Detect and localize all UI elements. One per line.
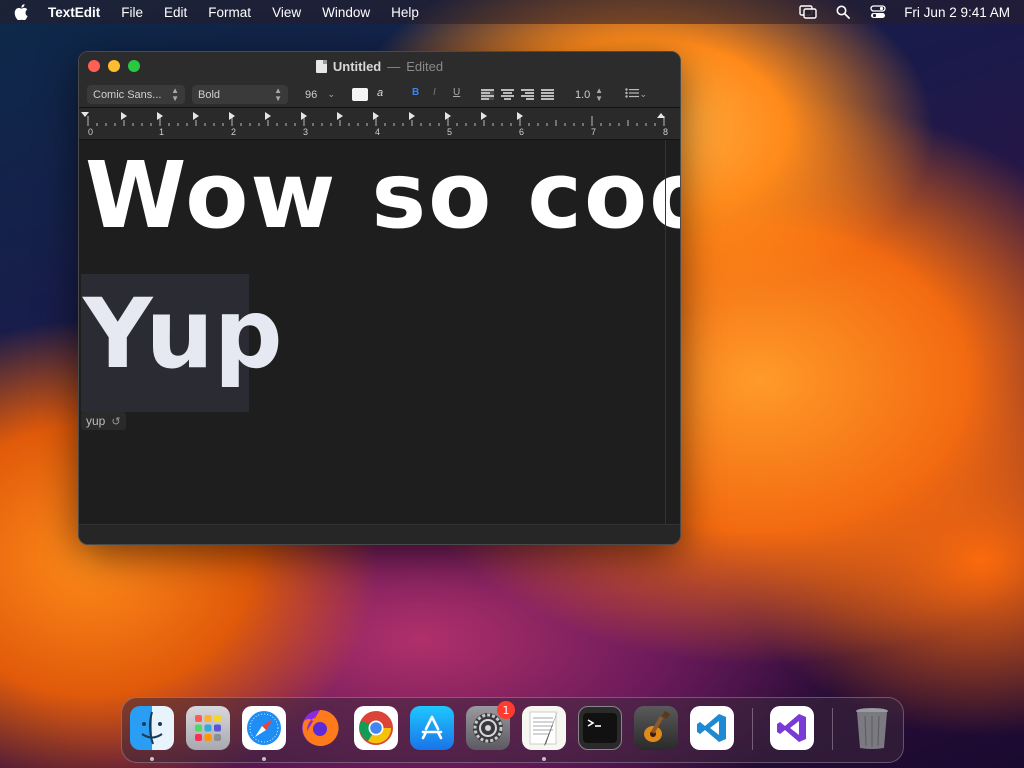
garageband-icon[interactable] (634, 706, 678, 750)
align-justify-icon[interactable] (541, 89, 554, 100)
updown-arrows-icon: ▲ ▼ (274, 85, 282, 103)
align-center-icon[interactable] (501, 89, 514, 100)
italic-button[interactable]: I (433, 87, 436, 98)
highlight-color-button[interactable]: a (377, 87, 383, 99)
dock: 1 (121, 697, 904, 763)
trash-icon[interactable] (850, 706, 894, 750)
autocorrect-word: yup (86, 414, 106, 428)
typeface-style-popup[interactable]: Bold ▲ ▼ (192, 85, 288, 104)
bulleted-list-icon (625, 88, 639, 101)
ruler-number: 4 (375, 127, 381, 137)
safari-icon[interactable] (242, 706, 286, 750)
running-indicator (150, 757, 154, 761)
vscode-icon[interactable] (690, 706, 734, 750)
textedit-icon[interactable] (522, 706, 566, 750)
app-store-icon[interactable] (410, 706, 454, 750)
control-center-icon[interactable] (869, 4, 887, 20)
dock-separator (752, 708, 753, 750)
ruler-number: 0 (88, 127, 94, 137)
menu-bar-clock[interactable]: Fri Jun 2 9:41 AM (904, 5, 1010, 20)
typeface-style-value: Bold (198, 88, 221, 101)
ruler-number: 8 (663, 127, 669, 137)
window-title: Untitled — Edited (79, 59, 680, 74)
ruler-number: 6 (519, 127, 525, 137)
updown-arrows-icon: ▲ ▼ (595, 85, 603, 103)
bold-button[interactable]: B (412, 87, 419, 98)
document-status: Edited (406, 59, 444, 74)
chevron-down-icon: ⌄ (327, 89, 335, 99)
window-titlebar[interactable]: Untitled — Edited Comic Sans... ▲ ▼ Bold … (79, 52, 680, 108)
running-indicator (542, 757, 546, 761)
document-line: Yup (83, 278, 283, 390)
menu-bar: TextEdit File Edit Format View Window He… (0, 0, 1024, 24)
ruler-number: 2 (231, 127, 237, 137)
dock-separator (832, 708, 833, 750)
font-family-value: Comic Sans... (93, 88, 162, 101)
chrome-icon[interactable] (354, 706, 398, 750)
line-spacing-value: 1.0 (575, 88, 591, 101)
terminal-icon[interactable] (578, 706, 622, 750)
firefox-icon[interactable] (298, 706, 342, 750)
autocorrect-suggestion[interactable]: yup ↺ (81, 412, 126, 430)
visual-studio-icon[interactable] (770, 706, 814, 750)
line-spacing-popup[interactable]: 1.0 ▲ ▼ (569, 85, 609, 104)
ruler[interactable]: 0 1 2 3 4 5 6 7 8 (79, 108, 680, 140)
font-family-popup[interactable]: Comic Sans... ▲ ▼ (87, 85, 185, 104)
screen-mirroring-icon[interactable] (799, 4, 817, 20)
menu-help[interactable]: Help (391, 5, 419, 20)
menu-window[interactable]: Window (322, 5, 370, 20)
menu-view[interactable]: View (272, 5, 301, 20)
align-left-icon[interactable] (481, 89, 494, 100)
chevron-down-icon: ⌄ (639, 89, 647, 99)
format-toolbar: Comic Sans... ▲▼ Bold ▲▼ 96 ⌄ a B I U (79, 84, 680, 106)
menu-format[interactable]: Format (208, 5, 251, 20)
undo-autocorrect-icon[interactable]: ↺ (111, 415, 120, 428)
textedit-window: Untitled — Edited Comic Sans... ▲ ▼ Bold … (78, 51, 681, 545)
finder-icon[interactable] (130, 706, 174, 750)
font-size-value: 96 (305, 88, 318, 101)
ruler-number: 5 (447, 127, 453, 137)
alignment-controls (481, 89, 554, 100)
window-bottom-bar (79, 524, 680, 544)
running-indicator (262, 757, 266, 761)
ruler-number: 7 (591, 127, 597, 137)
menu-edit[interactable]: Edit (164, 5, 187, 20)
ruler-number: 3 (303, 127, 309, 137)
font-size-combo[interactable]: 96 ⌄ (299, 85, 341, 104)
document-line: Wow so cool (85, 142, 680, 249)
apple-menu-icon[interactable] (14, 4, 30, 20)
title-separator: — (387, 59, 401, 74)
vertical-scrollbar[interactable] (665, 140, 666, 526)
document-text-area[interactable]: Wow so cool Yup yup ↺ (79, 140, 680, 526)
underline-button[interactable]: U (453, 87, 460, 98)
launchpad-icon[interactable] (186, 706, 230, 750)
document-icon[interactable] (315, 60, 327, 73)
spotlight-search-icon[interactable] (834, 4, 852, 20)
document-name[interactable]: Untitled (333, 59, 381, 74)
menu-file[interactable]: File (121, 5, 143, 20)
align-right-icon[interactable] (521, 89, 534, 100)
list-style-popup[interactable]: ⌄ (619, 85, 653, 104)
menu-app-name[interactable]: TextEdit (48, 5, 100, 20)
ruler-number: 1 (159, 127, 165, 137)
updown-arrows-icon: ▲ ▼ (171, 85, 179, 103)
text-color-well[interactable] (352, 88, 368, 101)
notification-badge: 1 (497, 701, 515, 719)
